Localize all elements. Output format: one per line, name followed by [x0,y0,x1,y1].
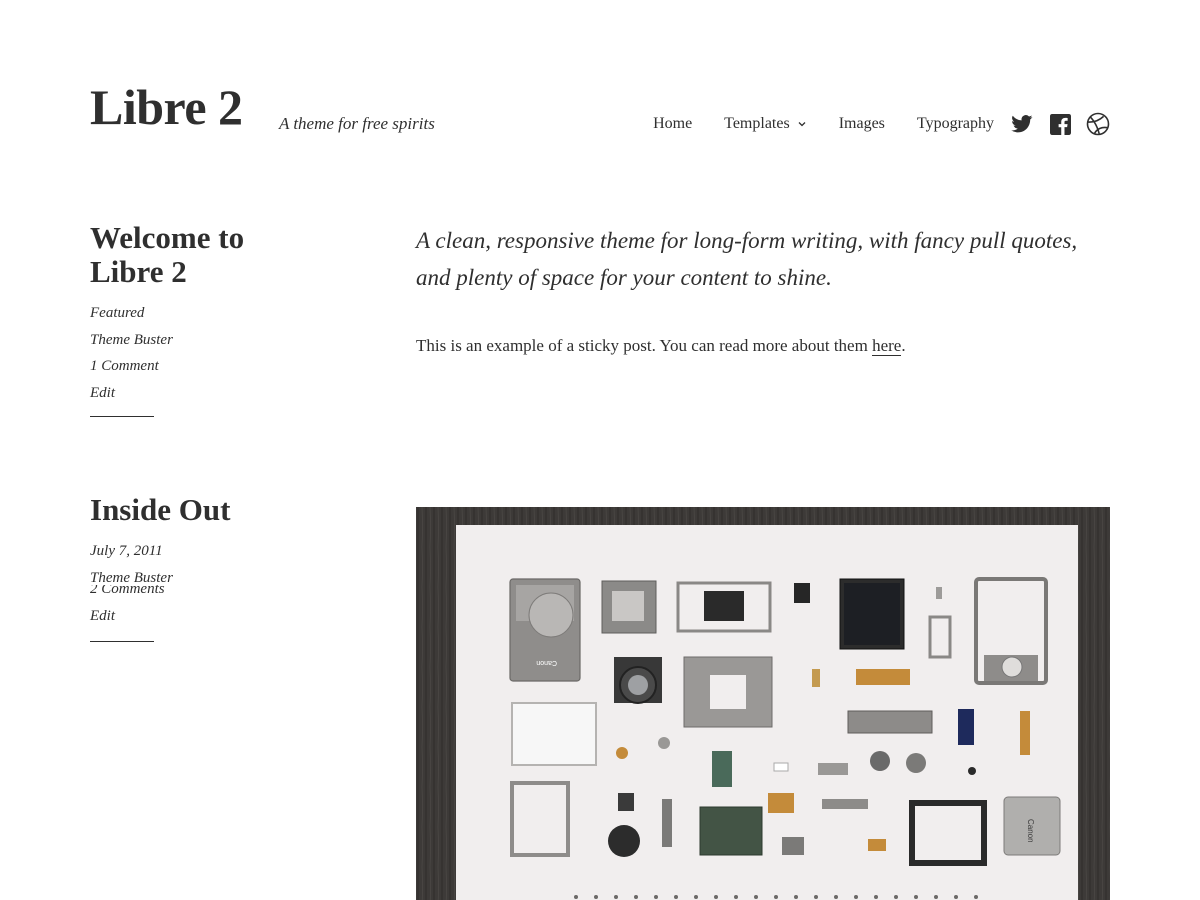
social-links [1010,112,1110,136]
post-title-line: Welcome to [90,220,245,255]
meta-author[interactable]: Theme Buster [90,570,173,586]
meta-comments[interactable]: 2 Comments [90,585,165,597]
meta-date[interactable]: July 7, 2011 [90,543,163,559]
nav-item-typography[interactable]: Typography [917,115,994,133]
twitter-icon[interactable] [1010,112,1034,136]
dribbble-icon[interactable] [1086,112,1110,136]
meta-edit[interactable]: Edit [90,385,115,401]
read-more-link[interactable]: here [872,336,902,356]
post-lead: A clean, responsive theme for long-form … [416,228,1078,290]
meta-comments[interactable]: 1 Comment [90,358,159,374]
post-title-inside-out[interactable]: Inside Out [90,493,230,527]
post-body-text: This is an example of a sticky post. You… [416,336,873,355]
post-body-suffix: . [901,336,906,355]
chevron-down-icon [798,122,806,127]
post-body: This is an example of a sticky post. You… [416,336,906,356]
battery-brand-label: Canon [1026,819,1035,843]
nav-item-templates-label: Templates [724,115,790,132]
post-featured-image[interactable]: Canon Canon [416,507,1110,900]
meta-edit[interactable]: Edit [90,608,115,624]
meta-divider [90,416,154,417]
disassembled-camera-photo: Canon Canon [416,507,1110,900]
meta-divider [90,641,154,642]
nav-item-templates[interactable]: Templates [724,115,807,133]
post-title-welcome[interactable]: Welcome to Libre 2 [90,221,244,289]
meta-category[interactable]: Featured [90,305,144,321]
post-meta: July 7, 2011 Theme Buster 2 Comments Edi… [90,538,173,629]
facebook-icon[interactable] [1048,112,1072,136]
site-title[interactable]: Libre 2 [90,80,243,135]
post-meta: Featured Theme Buster 1 Comment Edit [90,300,173,406]
primary-navigation: Home Templates Images Typography [653,112,1110,136]
meta-author[interactable]: Theme Buster [90,332,173,348]
nav-item-home[interactable]: Home [653,115,692,133]
camera-brand-label: Canon [536,659,557,666]
site-description: A theme for free spirits [279,114,435,133]
post-title-line: Libre 2 [90,254,187,289]
nav-item-images[interactable]: Images [839,115,885,133]
